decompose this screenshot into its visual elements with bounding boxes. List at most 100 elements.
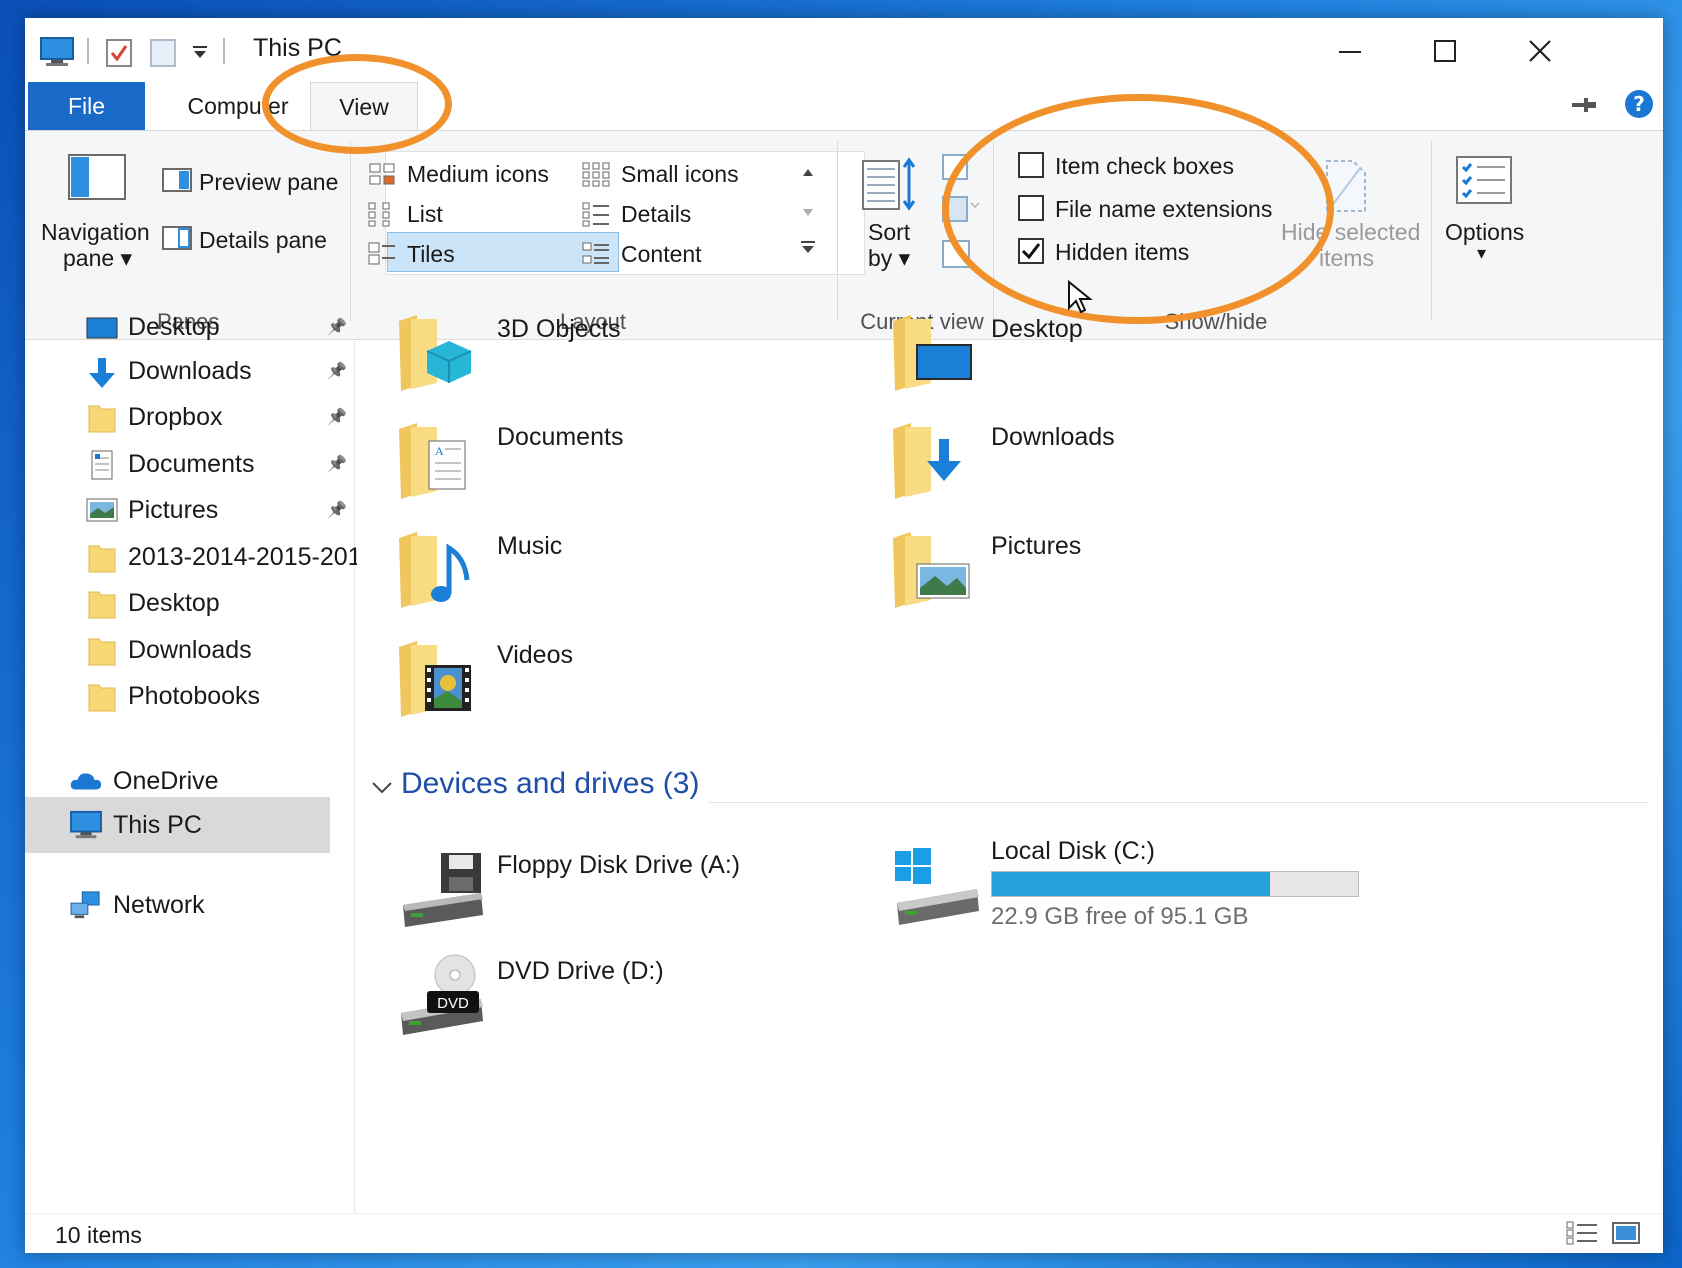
pin-icon[interactable]: 📌 — [327, 317, 347, 337]
folder-label[interactable]: Music — [497, 532, 562, 561]
file-name-extensions-label[interactable]: File name extensions — [1055, 196, 1272, 223]
details-view-toggle-icon[interactable] — [1565, 1220, 1599, 1251]
folder-tile-3d-objects[interactable] — [397, 311, 487, 395]
group-by-icon[interactable] — [941, 153, 981, 278]
folder-tile-pictures[interactable] — [891, 528, 981, 612]
nav-item-label: 2013-2014-2015-201 — [128, 542, 362, 571]
large-icons-toggle-icon[interactable] — [1611, 1220, 1641, 1251]
drive-tile-dvd[interactable]: DVD — [397, 953, 489, 1043]
hide-selected-items-label[interactable]: Hide selected — [1281, 219, 1420, 246]
navigation-pane-label-2[interactable]: pane ▾ — [63, 245, 132, 272]
small-icons-option[interactable]: Small icons — [621, 161, 739, 188]
details-pane-button[interactable]: Details pane — [199, 227, 327, 254]
pin-icon[interactable]: 📌 — [327, 361, 347, 381]
medium-icons-icon[interactable] — [367, 161, 397, 192]
drive-tile-floppy[interactable] — [397, 849, 487, 931]
dvd-badge: DVD — [437, 995, 469, 1012]
pin-ribbon-icon[interactable] — [1568, 92, 1598, 123]
folder-tile-downloads[interactable] — [891, 419, 981, 503]
list-view-icon[interactable] — [367, 201, 397, 232]
folder-label[interactable]: Downloads — [991, 423, 1115, 452]
preview-pane-icon[interactable] — [161, 167, 193, 198]
sort-by-label[interactable]: Sort — [868, 219, 910, 246]
customize-quick-access-icon[interactable] — [191, 32, 209, 72]
tiles-view-icon[interactable] — [367, 241, 397, 272]
ribbon-tabs: File Computer View ? — [25, 82, 1663, 131]
folder-tile-desktop[interactable] — [891, 311, 981, 395]
options-button[interactable]: Options — [1445, 219, 1524, 246]
hidden-items-label[interactable]: Hidden items — [1055, 239, 1189, 266]
local-disk-free-text: 22.9 GB free of 95.1 GB — [991, 903, 1249, 930]
file-name-extensions-checkbox[interactable] — [1018, 195, 1044, 221]
layout-expand-icon[interactable] — [799, 239, 817, 260]
details-pane-icon[interactable] — [161, 225, 193, 256]
collapse-chevron-icon[interactable] — [371, 780, 393, 801]
folder-label[interactable]: Pictures — [991, 532, 1081, 561]
small-icons-icon[interactable] — [581, 161, 611, 192]
close-button[interactable] — [1505, 26, 1575, 76]
nav-item-dropbox[interactable]: Dropbox 📌 — [25, 393, 355, 441]
nav-item-label: Pictures — [128, 495, 219, 524]
list-option[interactable]: List — [407, 201, 443, 228]
content-option[interactable]: Content — [621, 241, 702, 268]
drive-tile-local-disk[interactable] — [893, 841, 985, 931]
local-disk-icon — [895, 848, 979, 925]
hide-selected-items-label-2[interactable]: items — [1319, 245, 1374, 272]
navigation-pane-label[interactable]: Navigation — [41, 219, 150, 246]
nav-item-label: Downloads — [128, 635, 252, 664]
tiles-option[interactable]: Tiles — [407, 241, 455, 268]
options-icon[interactable] — [1455, 155, 1513, 210]
folder-label[interactable]: 3D Objects — [497, 315, 621, 344]
drive-label[interactable]: Floppy Disk Drive (A:) — [497, 851, 740, 880]
folder-label[interactable]: Documents — [497, 423, 623, 452]
nav-item-network[interactable]: Network — [25, 881, 355, 929]
layout-scroll-up-icon[interactable] — [801, 165, 815, 183]
this-pc-icon[interactable] — [39, 32, 75, 72]
details-option[interactable]: Details — [621, 201, 691, 228]
nav-item-desktop[interactable]: Desktop — [25, 579, 355, 627]
drive-label[interactable]: DVD Drive (D:) — [497, 957, 664, 986]
folder-tile-music[interactable] — [397, 528, 487, 612]
svg-text:?: ? — [1633, 92, 1645, 116]
preview-pane-button[interactable]: Preview pane — [199, 169, 338, 196]
drive-label[interactable]: Local Disk (C:) — [991, 837, 1155, 866]
sort-by-label-2[interactable]: by ▾ — [868, 245, 910, 272]
item-check-boxes-checkbox[interactable] — [1018, 152, 1044, 178]
folder-tile-videos[interactable] — [397, 637, 487, 721]
nav-item-2013-2014-2015-201[interactable]: 2013-2014-2015-201 — [25, 533, 362, 581]
nav-item-pictures[interactable]: Pictures 📌 — [25, 486, 355, 534]
pin-icon[interactable]: 📌 — [327, 454, 347, 474]
folder-label[interactable]: Videos — [497, 641, 573, 670]
nav-item-downloads[interactable]: Downloads — [25, 626, 355, 674]
desktop-icon — [85, 312, 119, 342]
properties-icon[interactable] — [105, 32, 133, 72]
folder-tile-documents[interactable]: A — [397, 419, 487, 503]
medium-icons-option[interactable]: Medium icons — [407, 161, 549, 188]
nav-item-documents[interactable]: Documents 📌 — [25, 440, 355, 488]
details-view-icon[interactable] — [581, 201, 611, 232]
videos-icon — [397, 641, 487, 725]
nav-item-photobooks[interactable]: Photobooks — [25, 672, 355, 720]
pin-icon[interactable]: 📌 — [327, 500, 347, 520]
tab-file[interactable]: File — [28, 82, 145, 130]
maximize-button[interactable] — [1410, 26, 1480, 76]
tab-computer[interactable]: Computer — [173, 82, 303, 130]
pin-icon[interactable]: 📌 — [327, 407, 347, 427]
hidden-items-checkbox[interactable] — [1018, 238, 1044, 264]
tab-view[interactable]: View — [310, 82, 418, 131]
options-dropdown-arrow-icon[interactable]: ▾ — [1477, 243, 1486, 264]
devices-and-drives-header[interactable]: Devices and drives (3) — [401, 767, 699, 801]
content-view-icon[interactable] — [581, 241, 611, 272]
new-folder-icon[interactable] — [149, 32, 177, 72]
navigation-pane-icon[interactable] — [67, 153, 127, 208]
minimize-button[interactable] — [1315, 26, 1385, 76]
hide-selected-items-icon[interactable] — [1323, 157, 1369, 220]
help-icon[interactable]: ? — [1623, 88, 1655, 125]
folder-label[interactable]: Desktop — [991, 315, 1083, 344]
item-check-boxes-label[interactable]: Item check boxes — [1055, 153, 1234, 180]
sort-by-icon[interactable] — [861, 157, 921, 218]
nav-item-desktop[interactable]: Desktop 📌 — [25, 303, 355, 351]
nav-item-this-pc[interactable]: This PC — [25, 797, 330, 853]
nav-item-downloads[interactable]: Downloads 📌 — [25, 347, 355, 395]
layout-scroll-down-icon[interactable] — [801, 205, 815, 223]
